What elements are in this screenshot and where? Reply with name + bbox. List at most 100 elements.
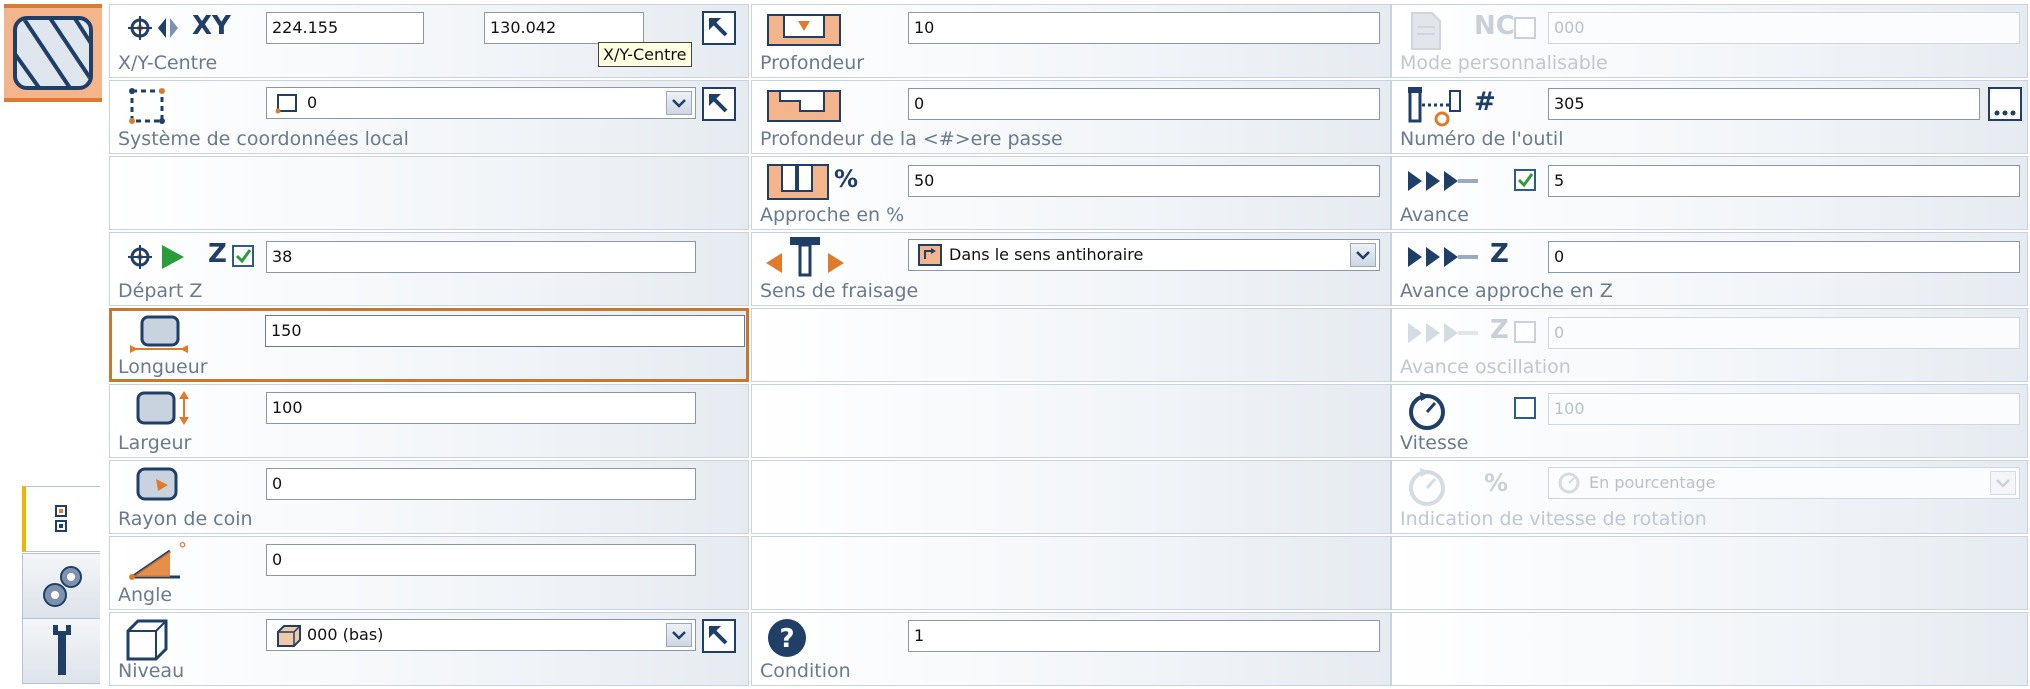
niveau-panel: 000 (bas) Niveau <box>109 612 749 686</box>
condition-input[interactable]: 1 <box>908 620 1380 652</box>
avance-osc-label: Avance oscillation <box>1400 356 1571 378</box>
sens-dropdown[interactable]: Dans le sens antihoraire <box>908 239 1380 271</box>
depart-z-label: Départ Z <box>118 280 203 302</box>
avance-osc-checkbox[interactable] <box>1514 321 1536 343</box>
coords-item-icon <box>275 94 297 114</box>
local-coords-dropdown[interactable]: 0 <box>266 87 696 119</box>
avance-z-label: Avance approche en Z <box>1400 280 1613 302</box>
sens-panel: Dans le sens antihoraire Sens de fraisag… <box>751 232 1391 306</box>
vitesse-checkbox[interactable] <box>1514 397 1536 419</box>
outil-label: Numéro de l'outil <box>1400 128 1564 150</box>
profondeur-label: Profondeur <box>760 52 865 74</box>
oscillation-feed-icon <box>1408 323 1478 343</box>
longueur-input[interactable]: 150 <box>265 315 745 347</box>
profondeur-passe-label: Profondeur de la <#>ere passe <box>760 128 1063 150</box>
local-coords-value: 0 <box>307 93 318 112</box>
profondeur-input[interactable]: 10 <box>908 12 1380 44</box>
empty-panel <box>751 460 1391 534</box>
mode-label: Mode personnalisable <box>1400 52 1608 74</box>
feed-z-icon <box>1408 247 1478 267</box>
sens-label: Sens de fraisage <box>760 280 919 302</box>
wrench-icon <box>52 625 71 675</box>
rayon-input[interactable]: 0 <box>266 468 696 500</box>
approche-label: Approche en % <box>760 204 905 226</box>
start-z-icon <box>128 245 184 269</box>
nc-icon-text: NC <box>1474 11 1515 41</box>
avance-panel: 5 Avance <box>1391 156 2028 230</box>
largeur-input[interactable]: 100 <box>266 392 696 424</box>
indication-panel: % En pourcentage Indication de vitesse d… <box>1391 460 2028 534</box>
pick-point-button[interactable] <box>702 11 736 45</box>
pick-arrow-icon <box>708 625 728 645</box>
tab-tool[interactable] <box>22 618 100 684</box>
outil-input[interactable]: 305 <box>1548 88 1980 120</box>
z-icon-text: Z <box>1490 315 1509 345</box>
avance-z-panel: Z 0 Avance approche en Z <box>1391 232 2028 306</box>
percentage-mode-icon <box>1558 472 1580 494</box>
help-condition-icon: ? <box>768 619 806 657</box>
empty-panel <box>751 308 1391 382</box>
mode-input[interactable]: 000 <box>1548 12 2020 44</box>
chevron-down-icon[interactable] <box>1350 243 1376 267</box>
profondeur-passe-panel: 0 Profondeur de la <#>ere passe <box>751 80 1391 154</box>
avance-osc-panel: Z 0 Avance oscillation <box>1391 308 2028 382</box>
empty-panel <box>1391 612 2028 686</box>
width-icon <box>136 391 189 425</box>
x-centre-input[interactable]: 224.155 <box>266 12 424 44</box>
xy-icon-text: XY <box>192 11 231 41</box>
vitesse-panel: 100 Vitesse <box>1391 384 2028 458</box>
indication-dropdown[interactable]: En pourcentage <box>1548 467 2020 499</box>
avance-z-input[interactable]: 0 <box>1548 241 2020 273</box>
depart-z-input[interactable]: 38 <box>266 241 696 273</box>
indication-value: En pourcentage <box>1589 473 1716 492</box>
avance-osc-input[interactable]: 0 <box>1548 317 2020 349</box>
pocket-operation-icon[interactable] <box>4 4 102 102</box>
avance-checkbox[interactable] <box>1514 169 1536 191</box>
longueur-label: Longueur <box>118 356 208 378</box>
length-icon <box>130 315 188 353</box>
local-coords-label: Système de coordonnées local <box>118 128 409 150</box>
y-centre-input[interactable]: 130.042 <box>484 12 644 44</box>
niveau-dropdown[interactable]: 000 (bas) <box>266 619 696 651</box>
gears-icon <box>42 566 82 607</box>
depart-z-checkbox[interactable] <box>232 245 254 267</box>
svg-text:?: ? <box>779 624 794 654</box>
local-coords-icon <box>129 88 165 124</box>
pick-arrow-icon <box>708 93 728 113</box>
xy-centre-label: X/Y-Centre <box>118 52 218 74</box>
angle-label: Angle <box>118 584 173 606</box>
angle-input[interactable]: 0 <box>266 544 696 576</box>
level-cube-icon <box>126 619 168 661</box>
chevron-down-icon[interactable] <box>666 91 692 115</box>
niveau-value: 000 (bas) <box>307 625 384 644</box>
profondeur-passe-input[interactable]: 0 <box>908 88 1380 120</box>
outil-panel: # 305 Numéro de l'outil <box>1391 80 2028 154</box>
largeur-panel: 100 Largeur <box>109 384 749 458</box>
avance-input[interactable]: 5 <box>1548 165 2020 197</box>
mode-checkbox[interactable] <box>1514 17 1536 39</box>
first-pass-depth-icon <box>767 90 841 122</box>
z-icon-text: Z <box>208 239 227 269</box>
tooltip: X/Y-Centre <box>598 42 692 67</box>
approach-icon <box>767 164 829 200</box>
xy-centre-icon <box>128 16 178 40</box>
rayon-panel: 0 Rayon de coin <box>109 460 749 534</box>
pick-coords-button[interactable] <box>702 87 736 121</box>
tab-parameters[interactable] <box>22 486 100 552</box>
angle-panel: ° 0 Angle <box>109 536 749 610</box>
percent-icon-text: % <box>1484 469 1509 497</box>
tab-gears[interactable] <box>22 553 100 619</box>
pick-level-button[interactable] <box>702 619 736 653</box>
chevron-down-icon[interactable] <box>666 623 692 647</box>
chevron-down-icon[interactable] <box>1990 471 2016 495</box>
approche-input[interactable]: 50 <box>908 165 1380 197</box>
rayon-label: Rayon de coin <box>118 508 253 530</box>
percent-icon-text: % <box>834 165 859 193</box>
vitesse-input[interactable]: 100 <box>1548 393 2020 425</box>
condition-panel: ? 1 Condition <box>751 612 1391 686</box>
condition-label: Condition <box>760 660 851 682</box>
rotation-speed-icon <box>1409 468 1445 506</box>
degree-icon-text: ° <box>178 539 187 560</box>
browse-tool-button[interactable] <box>1988 87 2022 121</box>
milling-direction-icon <box>766 237 844 277</box>
